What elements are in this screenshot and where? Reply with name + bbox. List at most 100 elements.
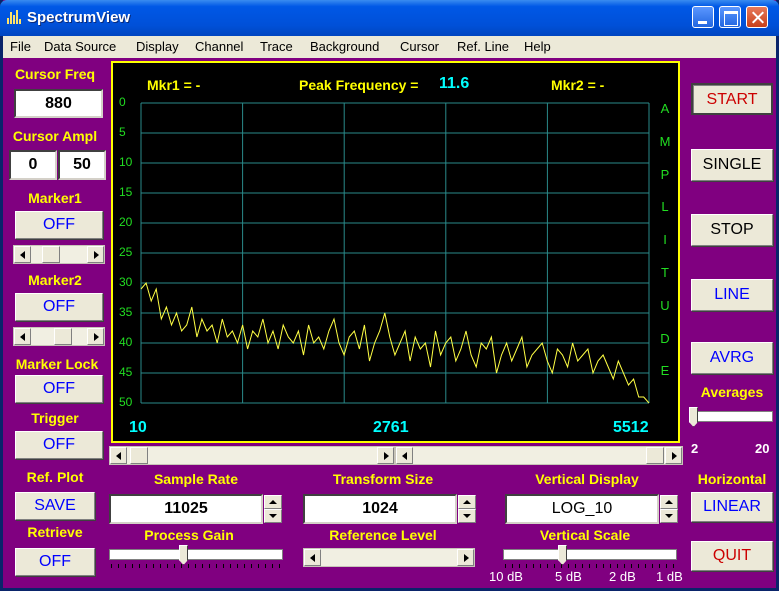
window-title: SpectrumView [27,9,131,26]
vertical-display-field[interactable]: LOG_10 [505,494,659,524]
spin-up-icon[interactable] [458,495,476,509]
cursor-freq-label: Cursor Freq [14,66,96,82]
x-tick-max: 5512 [613,419,649,436]
avrg-button[interactable]: AVRG [691,342,773,374]
scroll-left-icon[interactable] [14,328,31,345]
horizontal-linear-button[interactable]: LINEAR [691,492,773,522]
vertical-scale-tick-1db: 1 dB [656,569,683,584]
line-button[interactable]: LINE [691,279,773,311]
y-tick-label: 10 [119,155,133,169]
retrieve-button[interactable]: OFF [15,548,95,576]
peak-frequency-value: 11.6 [439,75,470,92]
menu-file[interactable]: File [10,39,31,54]
scroll-left-icon[interactable] [110,447,127,464]
reference-level-label: Reference Level [329,527,437,543]
plot-scrollbar-right[interactable] [395,446,683,465]
vertical-scale-slider[interactable] [503,545,677,569]
slider-knob[interactable] [558,545,567,565]
y-tick-label: 20 [119,215,133,229]
amplitude-axis-letter: U [660,297,670,313]
cursor-ampl-right-field[interactable]: 50 [58,150,106,180]
scroll-right-icon[interactable] [665,447,682,464]
process-gain-label: Process Gain [144,527,234,543]
scroll-right-icon[interactable] [457,549,474,566]
marker2-scrollbar[interactable] [13,327,105,346]
marker2-button[interactable]: OFF [15,293,103,321]
ref-plot-save-button[interactable]: SAVE [15,492,95,520]
trigger-label: Trigger [31,410,79,426]
menu-background[interactable]: Background [310,39,379,54]
y-tick-label: 35 [119,305,133,319]
y-tick-label: 50 [119,395,133,409]
averages-max: 20 [755,441,770,456]
spectrum-app-icon [7,10,23,24]
y-tick-label: 40 [119,335,133,349]
slider-knob[interactable] [689,407,698,427]
scroll-thumb[interactable] [42,246,60,263]
menu-cursor[interactable]: Cursor [400,39,439,54]
app-window: SpectrumView File Data Source Display Ch… [0,0,779,591]
start-button[interactable]: START [691,83,773,115]
process-gain-slider[interactable] [109,545,283,569]
vertical-display-label: Vertical Display [535,471,639,487]
amplitude-axis-letter: P [660,166,670,182]
averages-min: 2 [691,441,699,456]
y-tick-label: 30 [119,275,133,289]
retrieve-label: Retrieve [27,524,83,540]
reference-level-scrollbar[interactable] [303,548,475,567]
scroll-right-icon[interactable] [377,447,394,464]
scroll-right-icon[interactable] [87,246,104,263]
averages-slider[interactable] [689,407,773,431]
spin-down-icon[interactable] [660,509,678,523]
amplitude-axis-letter: D [660,330,670,346]
single-button[interactable]: SINGLE [691,149,773,181]
marker2-label: Marker2 [28,272,82,288]
scroll-thumb[interactable] [54,328,72,345]
averages-label: Averages [700,384,764,400]
spectrum-plot[interactable]: Mkr1 = - Peak Frequency = 11.6 Mkr2 = - … [111,61,680,443]
scroll-left-icon[interactable] [14,246,31,263]
y-tick-label: 15 [119,185,133,199]
menu-channel[interactable]: Channel [195,39,243,54]
scroll-left-icon[interactable] [304,549,321,566]
scroll-thumb[interactable] [130,447,148,464]
peak-frequency-label: Peak Frequency = [299,77,419,93]
cursor-freq-field[interactable]: 880 [14,89,103,118]
title-bar: SpectrumView [0,0,779,36]
sample-rate-label: Sample Rate [153,471,239,487]
close-icon[interactable] [746,6,768,28]
marker-lock-button[interactable]: OFF [15,375,103,403]
scroll-right-icon[interactable] [87,328,104,345]
y-tick-label: 25 [119,245,133,259]
marker1-scrollbar[interactable] [13,245,105,264]
menu-trace[interactable]: Trace [260,39,293,54]
x-tick-min: 10 [129,419,147,436]
vertical-scale-tick-5db: 5 dB [555,569,582,584]
menu-bar: File Data Source Display Channel Trace B… [3,36,776,58]
menu-data-source[interactable]: Data Source [44,39,116,54]
cursor-ampl-left-field[interactable]: 0 [9,150,57,180]
minimize-icon[interactable] [692,6,714,28]
maximize-icon[interactable] [719,6,741,28]
scroll-thumb[interactable] [646,447,664,464]
slider-knob[interactable] [179,545,188,565]
spin-down-icon[interactable] [458,509,476,523]
marker1-button[interactable]: OFF [15,211,103,239]
amplitude-axis-letter: M [659,133,671,149]
plot-scrollbar-left[interactable] [109,446,395,465]
quit-button[interactable]: QUIT [691,541,773,571]
y-tick-label: 0 [119,95,126,109]
scroll-left-icon[interactable] [396,447,413,464]
marker-lock-label: Marker Lock [15,356,99,372]
stop-button[interactable]: STOP [691,214,773,246]
spin-up-icon[interactable] [660,495,678,509]
menu-help[interactable]: Help [524,39,551,54]
menu-display[interactable]: Display [136,39,179,54]
sample-rate-field[interactable]: 11025 [109,494,263,524]
spin-up-icon[interactable] [264,495,282,509]
transform-size-field[interactable]: 1024 [303,494,457,524]
spin-down-icon[interactable] [264,509,282,523]
trigger-button[interactable]: OFF [15,431,103,459]
menu-ref-line[interactable]: Ref. Line [457,39,509,54]
vertical-scale-label: Vertical Scale [539,527,631,543]
